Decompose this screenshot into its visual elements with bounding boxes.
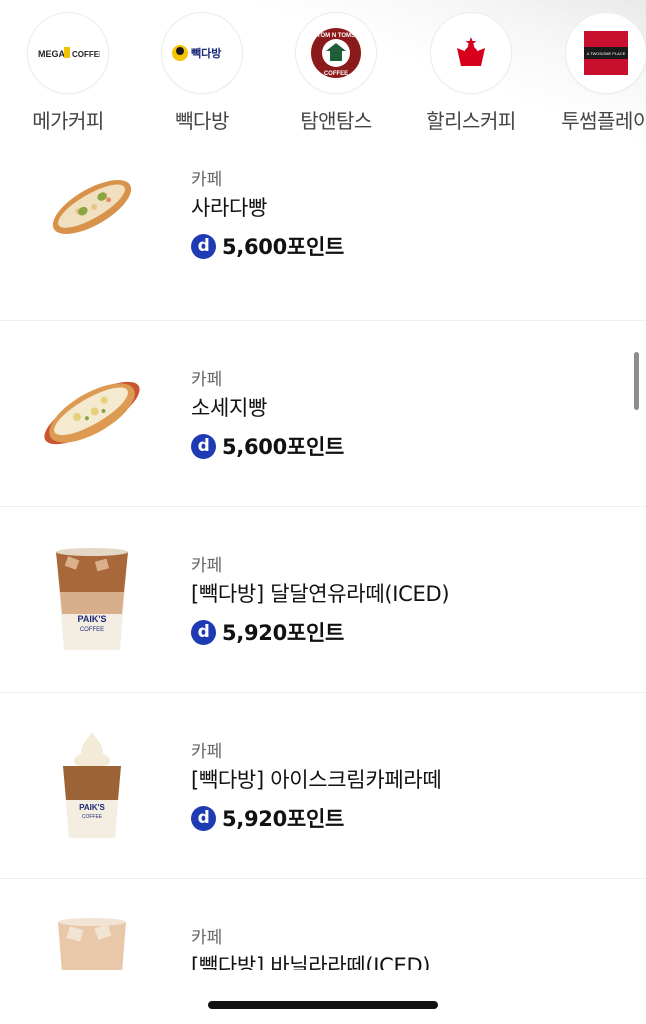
svg-text:PAIK'S: PAIK'S <box>78 614 107 624</box>
price-text: 5,920포인트 <box>222 621 344 645</box>
brand-tomntoms[interactable]: TOM N TOMS COFFEE 탐앤탐스 <box>268 13 404 134</box>
price-text: 5,600포인트 <box>222 435 344 459</box>
home-indicator[interactable] <box>208 1001 438 1009</box>
svg-text:COFFEE: COFFEE <box>72 50 100 59</box>
product-price: d 5,600포인트 <box>191 431 344 461</box>
svg-text:PAIK'S: PAIK'S <box>79 803 105 812</box>
paiks-logo: 빽다방 <box>162 13 242 93</box>
product-name: [빽다방] 아이스크림카페라떼 <box>191 768 442 792</box>
brand-twosome[interactable]: A TWOSOME PLACE 투썸플레이 <box>538 13 646 134</box>
twosome-logo: A TWOSOME PLACE <box>566 13 646 93</box>
point-icon: d <box>191 433 216 459</box>
product-price: d 5,920포인트 <box>191 617 344 647</box>
icecream-latte-image: PAIK'S COFFEE <box>30 723 154 847</box>
salad-bread-image <box>30 150 154 269</box>
product-price: d 5,600포인트 <box>191 231 344 261</box>
list-item[interactable]: 카페 사라다빵 d 5,600포인트 <box>0 150 646 321</box>
brand-name: 할리스커피 <box>426 109 516 133</box>
product-category: 카페 <box>191 928 223 948</box>
product-category: 카페 <box>191 742 223 762</box>
tomntoms-logo: TOM N TOMS COFFEE <box>296 13 376 93</box>
brand-carousel[interactable]: MEGA COFFEE 메가커피 빽다방 빽다방 TOM N TOMS COFF… <box>0 0 646 150</box>
product-category: 카페 <box>191 370 223 390</box>
brand-name: 메가커피 <box>32 109 104 133</box>
brand-name: 빽다방 <box>175 109 229 133</box>
price-text: 5,920포인트 <box>222 807 344 831</box>
iced-latte-image: PAIK'S COFFEE <box>30 537 154 661</box>
brand-name: 탐앤탐스 <box>300 109 372 133</box>
megacoffee-logo: MEGA COFFEE <box>28 13 108 93</box>
product-list[interactable]: 카페 사라다빵 d 5,600포인트 카페 소세지빵 d 5,600포인트 PA… <box>0 150 646 970</box>
svg-text:MEGA: MEGA <box>38 49 66 59</box>
list-item[interactable]: PAIK'S COFFEE 카페 [빽다방] 아이스크림카페라떼 d 5,920… <box>0 693 646 879</box>
svg-text:COFFEE: COFFEE <box>324 71 348 77</box>
svg-text:COFFEE: COFFEE <box>82 814 103 820</box>
brand-name: 투썸플레이 <box>561 109 646 133</box>
svg-text:COFFEE: COFFEE <box>80 627 104 633</box>
point-icon: d <box>191 619 216 645</box>
svg-text:TOM N TOMS: TOM N TOMS <box>317 33 355 39</box>
scrollbar-thumb[interactable] <box>634 352 639 410</box>
product-name: [빽다방] 바닐라라떼(ICED) <box>191 954 431 970</box>
svg-text:빽다방: 빽다방 <box>191 46 221 60</box>
brand-megacoffee[interactable]: MEGA COFFEE 메가커피 <box>0 13 136 134</box>
hollys-logo <box>431 13 511 93</box>
list-item[interactable]: 카페 소세지빵 d 5,600포인트 <box>0 321 646 507</box>
product-name: 사라다빵 <box>191 196 268 220</box>
product-name: [빽다방] 달달연유라떼(ICED) <box>191 582 450 606</box>
point-icon: d <box>191 233 216 259</box>
vanilla-latte-image <box>30 909 154 970</box>
product-category: 카페 <box>191 170 223 190</box>
product-name: 소세지빵 <box>191 396 268 420</box>
svg-text:A TWOSOME PLACE: A TWOSOME PLACE <box>587 51 626 56</box>
product-category: 카페 <box>191 556 223 576</box>
list-item[interactable]: PAIK'S COFFEE 카페 [빽다방] 달달연유라떼(ICED) d 5,… <box>0 507 646 693</box>
point-icon: d <box>191 805 216 831</box>
product-price: d 5,920포인트 <box>191 803 344 833</box>
list-item[interactable]: 카페 [빽다방] 바닐라라떼(ICED) <box>0 879 646 970</box>
brand-paiks[interactable]: 빽다방 빽다방 <box>134 13 270 134</box>
sausage-bread-image <box>30 351 154 475</box>
price-text: 5,600포인트 <box>222 235 344 259</box>
brand-hollys[interactable]: 할리스커피 <box>403 13 539 134</box>
